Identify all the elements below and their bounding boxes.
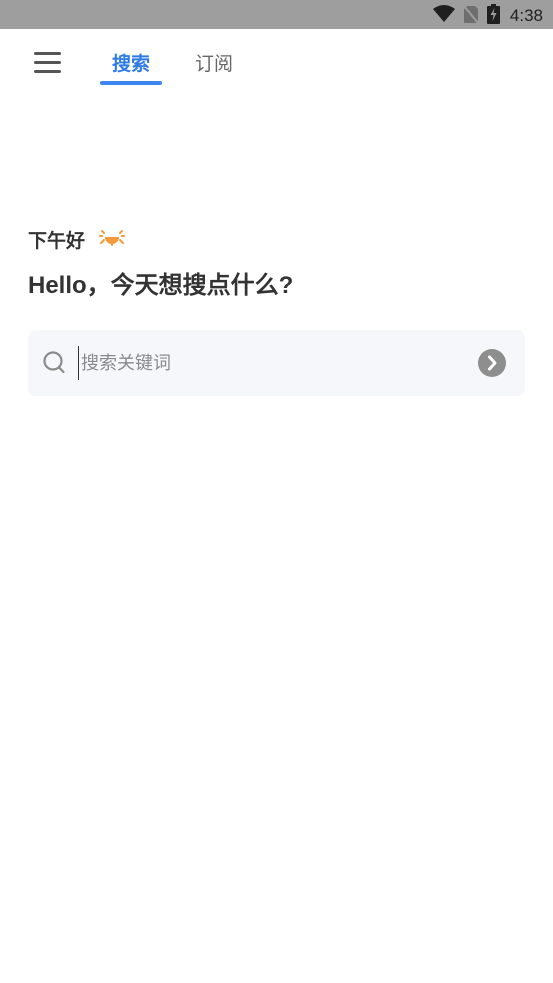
sun-icon xyxy=(99,229,126,246)
tab-search[interactable]: 搜索 xyxy=(112,49,150,76)
active-tab-indicator xyxy=(100,81,162,85)
tab-subscribe[interactable]: 订阅 xyxy=(195,49,233,76)
greeting: 下午好 xyxy=(28,226,126,253)
status-bar: 4:38 xyxy=(0,0,553,29)
chevron-right-circle-icon[interactable] xyxy=(478,349,506,377)
app-header: 搜索 订阅 xyxy=(0,29,553,99)
search-box[interactable] xyxy=(28,330,525,396)
search-input[interactable] xyxy=(78,346,468,380)
search-icon xyxy=(43,351,65,374)
wifi-icon xyxy=(432,5,455,27)
headline: Hello，今天想搜点什么? xyxy=(28,272,294,299)
hamburger-menu-icon[interactable] xyxy=(34,51,62,75)
status-icons: 4:38 xyxy=(432,4,543,28)
greeting-text: 下午好 xyxy=(28,230,86,252)
battery-charging-icon xyxy=(486,4,500,28)
status-time: 4:38 xyxy=(509,6,543,25)
no-sim-icon xyxy=(463,4,479,28)
